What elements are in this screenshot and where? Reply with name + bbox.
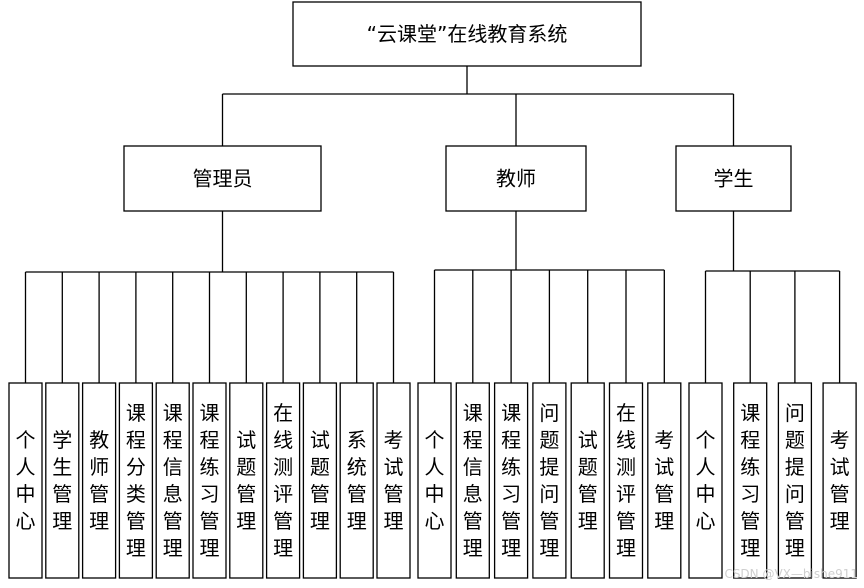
function-node-1-5: 在线测评管理 [608, 382, 644, 579]
function-node-0-6: 试题管理 [229, 382, 264, 579]
function-node-2-0: 个人中心 [688, 382, 723, 579]
function-node-1-4: 试题管理 [570, 382, 605, 579]
function-node-0-1: 学生管理 [45, 382, 80, 579]
function-node-0-9-box [339, 382, 374, 579]
function-node-1-0-box [417, 382, 452, 579]
function-node-1-0: 个人中心 [417, 382, 452, 579]
function-node-0-3: 课程分类管理 [118, 382, 154, 579]
function-node-0-2: 教师管理 [81, 382, 117, 579]
function-node-0-0-box [8, 382, 43, 579]
function-node-0-9: 系统管理 [339, 382, 374, 579]
function-node-2-2: 问题提问管理 [777, 382, 813, 579]
role-node-2: 学生 [675, 145, 792, 212]
function-node-0-8: 试题管理 [302, 382, 338, 579]
function-node-2-3-box [822, 382, 857, 579]
watermark-text: CSDN @VX—bishe911 [724, 567, 858, 581]
root-node: “云课堂”在线教育系统 [292, 1, 642, 67]
function-node-0-4: 课程信息管理 [155, 382, 190, 579]
role-node-1: 教师 [445, 145, 587, 212]
function-node-0-6-box [229, 382, 264, 579]
role-node-1-label: 教师 [496, 167, 536, 191]
function-node-1-1: 课程信息管理 [455, 382, 490, 579]
function-node-0-0: 个人中心 [8, 382, 43, 579]
function-node-2-0-box [688, 382, 723, 579]
function-node-0-7: 在线测评管理 [265, 382, 301, 579]
function-node-1-2: 课程练习管理 [493, 382, 529, 579]
system-structure-diagram: “云课堂”在线教育系统管理员个人中心学生管理教师管理课程分类管理课程信息管理课程… [8, 1, 858, 581]
function-node-0-1-box [45, 382, 80, 579]
function-node-1-3: 问题提问管理 [532, 382, 567, 579]
connector-lines [24, 66, 841, 383]
function-node-0-8-box [302, 382, 338, 579]
function-node-2-3: 考试管理 [822, 382, 857, 579]
function-node-1-4-box [570, 382, 605, 579]
function-node-1-6-box [647, 382, 682, 579]
role-node-2-label: 学生 [714, 167, 754, 191]
function-node-2-1: 课程练习管理 [733, 382, 768, 579]
function-node-0-2-box [81, 382, 117, 579]
function-node-1-6: 考试管理 [647, 382, 682, 579]
role-node-0: 管理员 [123, 145, 322, 212]
root-node-label: “云课堂”在线教育系统 [367, 22, 568, 46]
role-node-0-label: 管理员 [193, 167, 253, 191]
function-node-0-10: 考试管理 [376, 382, 411, 579]
function-node-0-5: 课程练习管理 [192, 382, 227, 579]
function-node-0-10-box [376, 382, 411, 579]
